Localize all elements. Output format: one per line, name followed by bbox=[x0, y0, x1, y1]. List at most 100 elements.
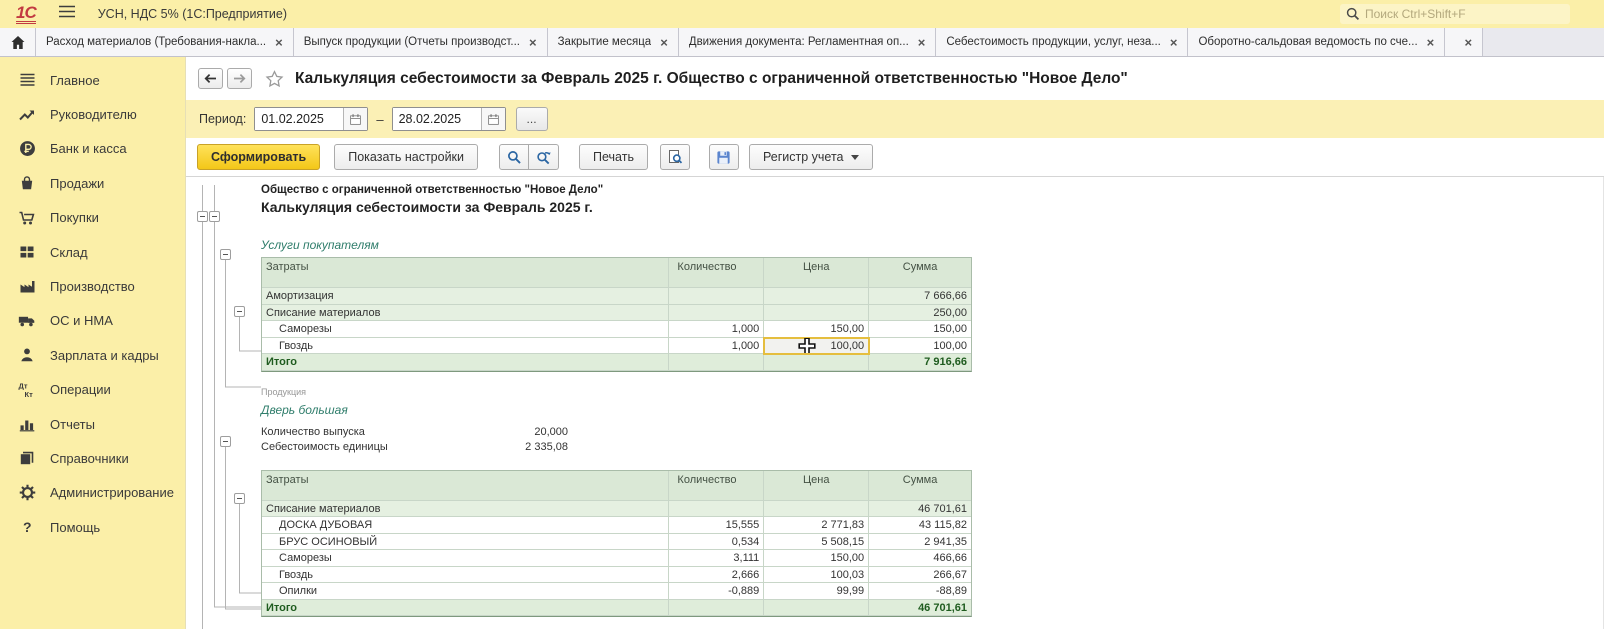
sidebar-item-ос-и-нма[interactable]: ОС и НМА bbox=[0, 304, 185, 338]
period-more-button[interactable]: ... bbox=[516, 107, 548, 131]
table-cell[interactable]: 46 701,61 bbox=[869, 600, 971, 617]
table-cell[interactable] bbox=[764, 600, 869, 617]
sidebar-item-склад[interactable]: Склад bbox=[0, 235, 185, 269]
period-to-input[interactable] bbox=[393, 108, 481, 130]
tab-close-icon[interactable]: × bbox=[529, 36, 537, 49]
sidebar-item-покупки[interactable]: Покупки bbox=[0, 201, 185, 235]
calendar-icon[interactable] bbox=[343, 108, 367, 130]
table-cell[interactable]: 1,000 bbox=[669, 321, 764, 338]
table-cell[interactable]: 266,67 bbox=[869, 567, 971, 584]
selected-cell[interactable]: 100,00 bbox=[764, 338, 869, 355]
forward-button[interactable] bbox=[227, 68, 252, 89]
table-cell[interactable] bbox=[764, 305, 869, 322]
table-cell[interactable]: Итого bbox=[262, 354, 669, 371]
table-cell[interactable]: -0,889 bbox=[669, 583, 764, 600]
table-cell[interactable]: 150,00 bbox=[869, 321, 971, 338]
table-cell[interactable] bbox=[764, 354, 869, 371]
sidebar-item-главное[interactable]: Главное bbox=[0, 63, 185, 97]
collapse-group-button[interactable] bbox=[234, 306, 245, 317]
table-cell[interactable]: 3,111 bbox=[669, 550, 764, 567]
tab-close-icon[interactable]: × bbox=[660, 36, 668, 49]
table-cell[interactable]: 46 701,61 bbox=[869, 501, 971, 518]
table-cell[interactable]: 2 941,35 bbox=[869, 534, 971, 551]
sidebar-item-администрирование[interactable]: Администрирование bbox=[0, 476, 185, 510]
table-cell[interactable]: 466,66 bbox=[869, 550, 971, 567]
find-next-button[interactable] bbox=[529, 144, 559, 170]
show-settings-button[interactable]: Показать настройки bbox=[334, 144, 478, 170]
table-cell[interactable]: Амортизация bbox=[262, 288, 669, 305]
table-cell[interactable] bbox=[669, 354, 764, 371]
table-cell[interactable] bbox=[669, 501, 764, 518]
table-cell[interactable]: 15,555 bbox=[669, 517, 764, 534]
sidebar-item-производство[interactable]: Производство bbox=[0, 269, 185, 303]
tab-close-icon[interactable]: × bbox=[275, 36, 283, 49]
tab-2[interactable]: Выпуск продукции (Отчеты производст...× bbox=[294, 28, 548, 56]
table-cell[interactable]: 7 666,66 bbox=[869, 288, 971, 305]
table-cell[interactable]: -88,89 bbox=[869, 583, 971, 600]
calendar-icon[interactable] bbox=[481, 108, 505, 130]
table-cell[interactable]: Опилки bbox=[262, 583, 669, 600]
sidebar-item-операции[interactable]: ДтКтОперации bbox=[0, 373, 185, 407]
search-input[interactable] bbox=[1365, 7, 1560, 21]
table-cell[interactable]: 99,99 bbox=[764, 583, 869, 600]
table-cell[interactable]: 150,00 bbox=[764, 550, 869, 567]
table-cell[interactable]: Гвоздь bbox=[262, 338, 669, 355]
sidebar-item-банк-и-касса[interactable]: Банк и касса bbox=[0, 132, 185, 166]
tab-partial[interactable]: × bbox=[1445, 28, 1483, 56]
tab-4[interactable]: Движения документа: Регламентная оп...× bbox=[679, 28, 937, 56]
tab-home[interactable] bbox=[0, 28, 36, 56]
back-button[interactable] bbox=[198, 68, 223, 89]
table-cell[interactable]: 150,00 bbox=[764, 321, 869, 338]
tab-5[interactable]: Себестоимость продукции, услуг, неза...× bbox=[936, 28, 1188, 56]
table-cell[interactable]: 2 771,83 bbox=[764, 517, 869, 534]
main-menu-icon[interactable] bbox=[58, 5, 76, 23]
table-cell[interactable] bbox=[764, 288, 869, 305]
print-preview-button[interactable] bbox=[660, 144, 690, 170]
table-cell[interactable]: ДОСКА ДУБОВАЯ bbox=[262, 517, 669, 534]
table-cell[interactable]: Саморезы bbox=[262, 550, 669, 567]
global-search[interactable] bbox=[1340, 4, 1570, 24]
table-cell[interactable] bbox=[669, 600, 764, 617]
tab-6[interactable]: Оборотно-сальдовая ведомость по сче...× bbox=[1188, 28, 1445, 56]
table-cell[interactable]: Саморезы bbox=[262, 321, 669, 338]
favorite-star-icon[interactable] bbox=[265, 70, 284, 88]
find-button[interactable] bbox=[499, 144, 529, 170]
sidebar-item-руководителю[interactable]: Руководителю bbox=[0, 97, 185, 131]
table-cell[interactable]: БРУС ОСИНОВЫЙ bbox=[262, 534, 669, 551]
table-cell[interactable] bbox=[764, 501, 869, 518]
table-cell[interactable]: 1,000 bbox=[669, 338, 764, 355]
collapse-group-button[interactable] bbox=[220, 436, 231, 447]
tab-close-icon[interactable]: × bbox=[1427, 36, 1435, 49]
print-button[interactable]: Печать bbox=[579, 144, 648, 170]
generate-button[interactable]: Сформировать bbox=[197, 144, 320, 170]
table-cell[interactable]: 100,00 bbox=[869, 338, 971, 355]
tab-close-icon[interactable]: × bbox=[1464, 36, 1472, 49]
table-cell[interactable] bbox=[669, 305, 764, 322]
table-cell[interactable]: 250,00 bbox=[869, 305, 971, 322]
collapse-group-button[interactable] bbox=[234, 493, 245, 504]
table-cell[interactable]: 43 115,82 bbox=[869, 517, 971, 534]
table-cell[interactable] bbox=[669, 288, 764, 305]
register-dropdown-button[interactable]: Регистр учета bbox=[749, 144, 873, 170]
table-cell[interactable]: 100,03 bbox=[764, 567, 869, 584]
table-cell[interactable]: Гвоздь bbox=[262, 567, 669, 584]
table-cell[interactable]: 0,534 bbox=[669, 534, 764, 551]
sidebar-item-зарплата-и-кадры[interactable]: Зарплата и кадры bbox=[0, 338, 185, 372]
table-cell[interactable]: 2,666 bbox=[669, 567, 764, 584]
table-cell[interactable]: 7 916,66 bbox=[869, 354, 971, 371]
collapse-group-button[interactable] bbox=[197, 211, 208, 222]
period-from-input[interactable] bbox=[255, 108, 343, 130]
sidebar-item-продажи[interactable]: Продажи bbox=[0, 166, 185, 200]
table-cell[interactable]: Списание материалов bbox=[262, 305, 669, 322]
tab-1[interactable]: Расход материалов (Требования-накла...× bbox=[36, 28, 294, 56]
sidebar-item-отчеты[interactable]: Отчеты bbox=[0, 407, 185, 441]
tab-close-icon[interactable]: × bbox=[1170, 36, 1178, 49]
table-cell[interactable]: Списание материалов bbox=[262, 501, 669, 518]
tab-3[interactable]: Закрытие месяца× bbox=[548, 28, 679, 56]
sidebar-item-помощь[interactable]: ?Помощь bbox=[0, 510, 185, 544]
save-button[interactable] bbox=[709, 144, 739, 170]
collapse-group-button[interactable] bbox=[209, 211, 220, 222]
collapse-group-button[interactable] bbox=[220, 249, 231, 260]
tab-close-icon[interactable]: × bbox=[918, 36, 926, 49]
sidebar-item-справочники[interactable]: Справочники bbox=[0, 441, 185, 475]
